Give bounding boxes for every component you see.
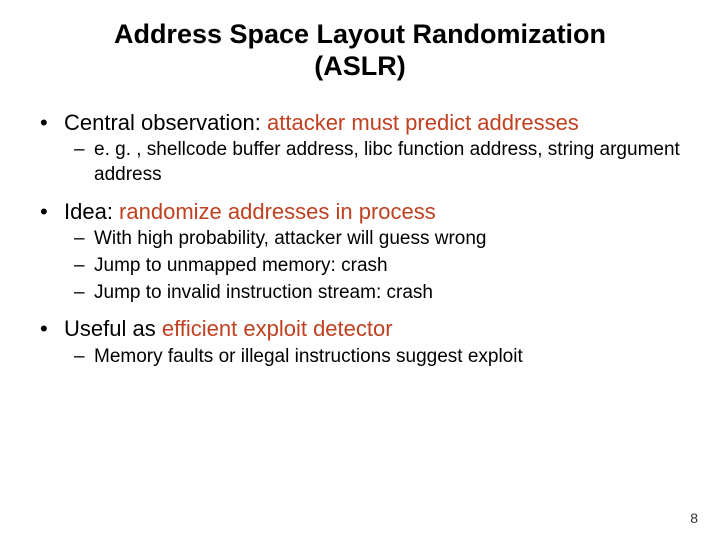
dash-list: With high probability, attacker will gue… [64, 227, 692, 305]
bullet-item: Central observation: attacker must predi… [64, 109, 692, 188]
dash-item: With high probability, attacker will gue… [94, 227, 692, 252]
bullet-list: Central observation: attacker must predi… [28, 109, 692, 370]
dash-list: e. g. , shellcode buffer address, libc f… [64, 138, 692, 187]
bullet-text-emph: randomize addresses in process [119, 199, 436, 224]
dash-item: Jump to invalid instruction stream: cras… [94, 281, 692, 306]
dash-item: Jump to unmapped memory: crash [94, 254, 692, 279]
bullet-text-pre: Idea: [64, 199, 119, 224]
bullet-text-emph: efficient exploit detector [162, 316, 393, 341]
dash-item: Memory faults or illegal instructions su… [94, 345, 692, 370]
title-line-2: (ASLR) [314, 51, 405, 81]
bullet-text-pre: Useful as [64, 316, 162, 341]
slide-title: Address Space Layout Randomization (ASLR… [28, 18, 692, 83]
bullet-text-pre: Central observation: [64, 110, 267, 135]
title-line-1: Address Space Layout Randomization [114, 19, 606, 49]
bullet-text-emph: attacker must predict addresses [267, 110, 579, 135]
bullet-item: Idea: randomize addresses in process Wit… [64, 198, 692, 306]
dash-list: Memory faults or illegal instructions su… [64, 345, 692, 370]
bullet-item: Useful as efficient exploit detector Mem… [64, 315, 692, 369]
page-number: 8 [690, 510, 698, 526]
dash-item: e. g. , shellcode buffer address, libc f… [94, 138, 692, 187]
